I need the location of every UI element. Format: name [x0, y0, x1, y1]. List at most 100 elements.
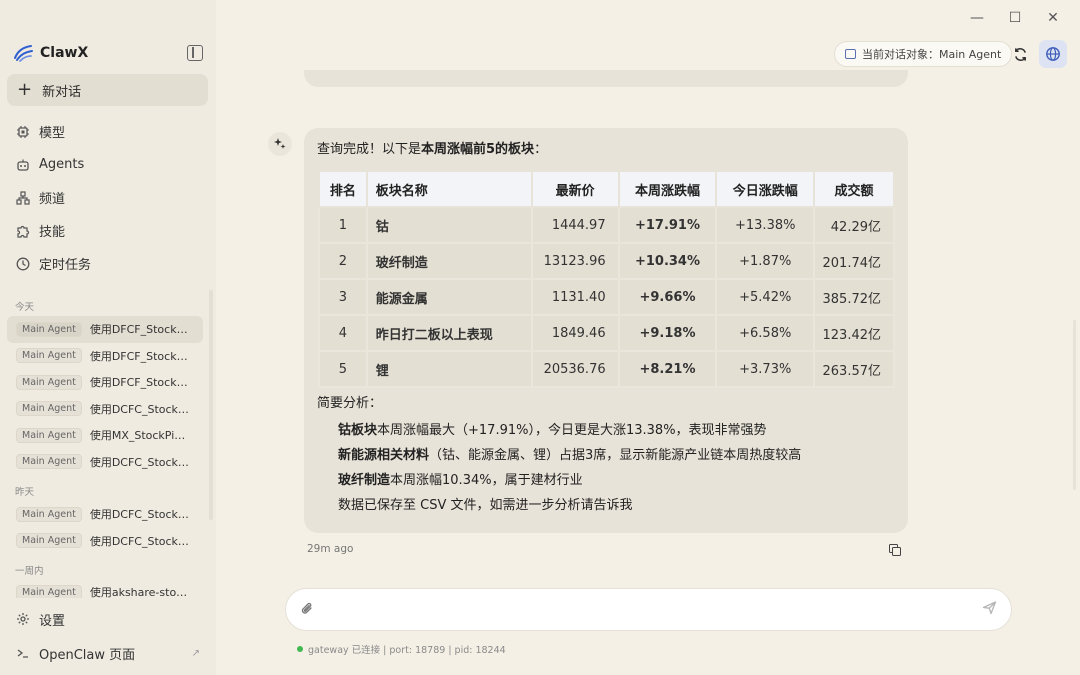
minimize-button[interactable]: — — [958, 6, 996, 30]
group-label-today: 今天 — [15, 302, 35, 313]
col-header-week-change: 本周涨跌幅 — [617, 170, 718, 208]
table-row: 5 锂 20536.76 +8.21% +3.73% 263.57亿 — [318, 350, 895, 388]
refresh-icon — [1014, 47, 1026, 61]
session-item[interactable]: Main Agent 使用akshare-sto… — [7, 580, 203, 598]
app-name: ClawX — [40, 45, 89, 61]
cell-today-change: +1.87% — [715, 242, 816, 280]
globe-button[interactable] — [1039, 40, 1067, 68]
agent-tag: Main Agent — [16, 427, 82, 443]
agent-tag: Main Agent — [16, 374, 82, 390]
cell-rank: 4 — [318, 314, 368, 352]
nav-item-models[interactable]: 模型 — [7, 115, 208, 148]
session-title: 使用akshare-sto… — [89, 586, 188, 598]
nav-item-skills[interactable]: 技能 — [7, 214, 208, 247]
table-header-row: 排名 板块名称 最新价 本周涨跌幅 今日涨跌幅 成交额 — [318, 170, 895, 208]
session-title: 使用DCFC_Stock… — [89, 534, 189, 548]
session-list-week: Main Agent 使用akshare-sto… — [7, 580, 203, 598]
session-title: 使用MX_StockPi… — [89, 429, 186, 443]
robot-icon — [845, 49, 856, 59]
col-header-turnover: 成交额 — [813, 170, 895, 208]
sector-ranking-table: 排名 板块名称 最新价 本周涨跌幅 今日涨跌幅 成交额 1 钴 1444.97 … — [318, 170, 895, 388]
cell-today-change: +13.38% — [715, 206, 816, 244]
session-item[interactable]: Main Agent 使用DFCF_Stock… — [7, 316, 203, 343]
cell-week-change: +10.34% — [617, 242, 718, 280]
session-item[interactable]: Main Agent 使用DCFC_Stock… — [7, 528, 203, 555]
intro-bold: 本周涨幅前5的板块 — [421, 142, 535, 157]
analysis-title: 简要分析： — [317, 396, 383, 411]
agent-tag: Main Agent — [16, 584, 82, 598]
analysis-text: 数据已保存至 CSV 文件，如需进一步分析请告诉我 — [338, 498, 633, 513]
group-label-yesterday: 昨天 — [15, 487, 35, 498]
nav-item-settings[interactable]: 设置 — [7, 602, 208, 636]
cell-name: 能源金属 — [365, 278, 533, 316]
nav-item-channels[interactable]: 频道 — [7, 181, 208, 214]
new-chat-button[interactable]: + 新对话 — [7, 74, 208, 106]
brand: ClawX — [12, 42, 88, 64]
session-item[interactable]: Main Agent 使用MX_StockPi… — [7, 422, 203, 449]
group-label-week: 一周内 — [15, 566, 44, 577]
analysis-item: 钴板块本周涨幅最大（+17.91%），今日更是大涨13.38%，表现非常强势 — [338, 418, 801, 443]
col-header-price: 最新价 — [530, 170, 620, 208]
puzzle-icon — [15, 223, 31, 239]
session-title: 使用DFCF_Stock… — [89, 323, 188, 337]
refresh-button[interactable] — [1008, 42, 1032, 66]
nav-label: 设置 — [39, 613, 66, 629]
bottom-nav: 设置 OpenClaw 页面 ↗ — [7, 602, 208, 670]
composer — [285, 588, 1012, 631]
close-button[interactable]: ✕ — [1034, 6, 1072, 30]
robot-icon — [15, 157, 31, 173]
maximize-button[interactable]: ☐ — [996, 6, 1034, 30]
gear-icon — [15, 611, 31, 627]
terminal-icon — [15, 645, 31, 661]
sidebar-collapse-icon[interactable] — [187, 45, 203, 61]
cell-week-change: +17.91% — [617, 206, 718, 244]
session-item[interactable]: Main Agent 使用DCFC_Stock… — [7, 449, 203, 476]
cell-turnover: 123.42亿 — [813, 314, 895, 352]
paperclip-icon[interactable] — [300, 601, 314, 620]
nav-label: 模型 — [39, 126, 66, 141]
intro-suffix: ： — [534, 142, 548, 157]
send-icon[interactable] — [982, 600, 997, 619]
col-header-name: 板块名称 — [365, 170, 533, 208]
analysis-item: 新能源相关材料（钴、能源金属、锂）占据3席，显示新能源产业链本周热度较高 — [338, 443, 801, 468]
session-title: 使用DFCF_Stock… — [89, 349, 188, 363]
analysis-text: 本周涨幅10.34%，属于建材行业 — [390, 473, 583, 488]
external-link-icon: ↗ — [191, 647, 200, 659]
cell-price: 13123.96 — [530, 242, 620, 280]
globe-icon — [1046, 47, 1060, 61]
session-item[interactable]: Main Agent 使用DCFC_Stock… — [7, 396, 203, 423]
cell-rank: 3 — [318, 278, 368, 316]
nav-item-openclaw[interactable]: OpenClaw 页面 ↗ — [7, 636, 208, 670]
agent-tag: Main Agent — [16, 401, 82, 417]
analysis-bold: 玻纤制造 — [338, 473, 391, 488]
cell-name: 玻纤制造 — [365, 242, 533, 280]
chat-scrollbar[interactable] — [1073, 320, 1076, 490]
session-title: 使用DCFC_Stock… — [89, 508, 189, 522]
session-item[interactable]: Main Agent 使用DFCF_Stock… — [7, 369, 203, 396]
window-controls: — ☐ ✕ — [958, 6, 1072, 30]
previous-message-bubble — [304, 70, 908, 87]
cell-price: 1444.97 — [530, 206, 620, 244]
clock-icon — [15, 256, 31, 272]
cell-week-change: +9.66% — [617, 278, 718, 316]
nav-label: Agents — [39, 157, 85, 172]
nav-label: OpenClaw 页面 — [39, 647, 136, 663]
current-agent-chip[interactable]: 当前对话对象：Main Agent — [834, 41, 1013, 67]
session-item[interactable]: Main Agent 使用DCFC_Stock… — [7, 501, 203, 528]
cell-rank: 1 — [318, 206, 368, 244]
sidebar-scrollbar[interactable] — [209, 290, 213, 520]
cell-week-change: +8.21% — [617, 350, 718, 388]
chat-input[interactable] — [326, 597, 966, 623]
session-title: 使用DFCF_Stock… — [89, 376, 188, 390]
table-row: 4 昨日打二板以上表现 1849.46 +9.18% +6.58% 123.42… — [318, 314, 895, 352]
message-intro: 查询完成！以下是本周涨幅前5的板块： — [317, 140, 895, 160]
clawx-logo-icon — [14, 45, 33, 62]
nav-item-scheduled-tasks[interactable]: 定时任务 — [7, 247, 208, 280]
analysis-bold: 新能源相关材料 — [338, 448, 430, 463]
session-item[interactable]: Main Agent 使用DFCF_Stock… — [7, 343, 203, 370]
analysis-list: 钴板块本周涨幅最大（+17.91%），今日更是大涨13.38%，表现非常强势 新… — [338, 418, 801, 518]
copy-icon[interactable] — [889, 544, 901, 556]
nav-item-agents[interactable]: Agents — [7, 148, 208, 181]
table-row: 2 玻纤制造 13123.96 +10.34% +1.87% 201.74亿 — [318, 242, 895, 280]
analysis-item: 玻纤制造本周涨幅10.34%，属于建材行业 — [338, 468, 801, 493]
